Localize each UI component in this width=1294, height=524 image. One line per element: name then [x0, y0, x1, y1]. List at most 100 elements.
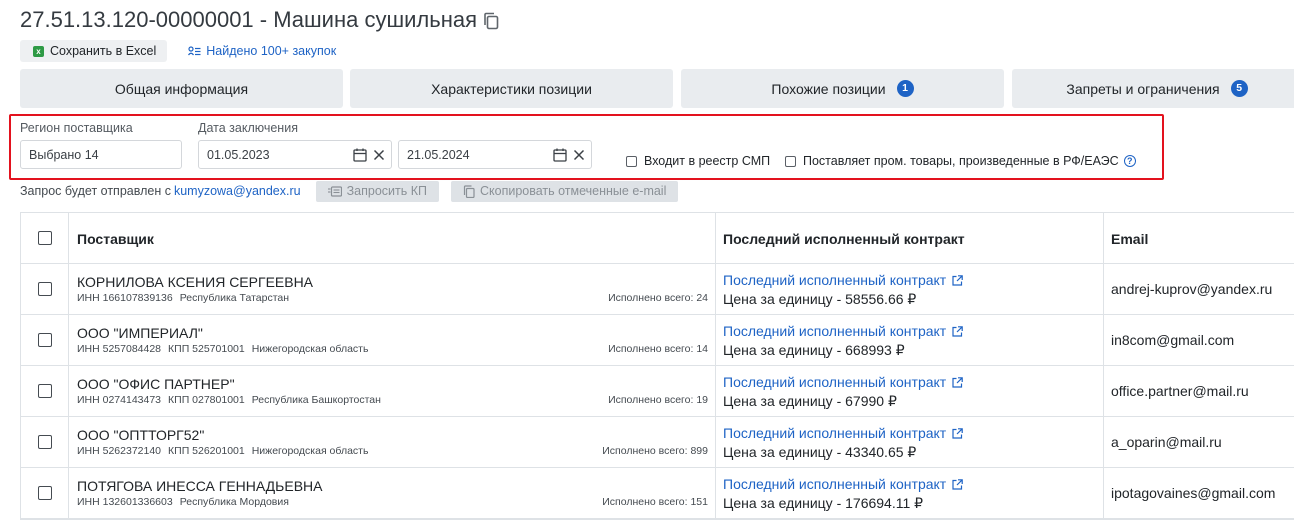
tab-label: Характеристики позиции: [431, 80, 592, 97]
supplier-cell: КОРНИЛОВА КСЕНИЯ СЕРГЕЕВНА ИНН 166107839…: [69, 264, 716, 314]
external-link-icon: [952, 376, 964, 388]
region-select[interactable]: Выбрано 14: [20, 140, 182, 169]
date-to-input[interactable]: 21.05.2024: [398, 140, 592, 169]
tab-position-characteristics[interactable]: Характеристики позиции: [350, 69, 673, 108]
table-row: КОРНИЛОВА КСЕНИЯ СЕРГЕЕВНА ИНН 166107839…: [21, 264, 1294, 315]
unit-price: Цена за единицу - 58556.66 ₽: [723, 291, 917, 307]
supplier-name: ООО "ОФИС ПАРТНЕР": [77, 376, 235, 392]
tab-label: Запреты и ограничения: [1066, 80, 1220, 97]
row-select-cell: [21, 315, 69, 365]
request-text: Запрос будет отправлен с: [20, 184, 171, 198]
request-kp-label: Запросить КП: [346, 184, 427, 198]
request-kp-button[interactable]: Запросить КП: [315, 180, 439, 202]
table-row: ООО "ОФИС ПАРТНЕР" ИНН 0274143473 КПП 027…: [21, 366, 1294, 417]
request-email-link[interactable]: kumyzowa@yandex.ru: [174, 184, 301, 198]
email-cell: in8com@gmail.com: [1104, 315, 1294, 365]
contract-cell: Последний исполненный контракт Цена за е…: [716, 417, 1104, 467]
supplier-meta: ИНН 0274143473 КПП 027801001 Республика Ба…: [77, 394, 388, 406]
smp-registry-label: Входит в реестр СМП: [644, 154, 771, 168]
help-icon[interactable]: ?: [1123, 155, 1136, 167]
close-icon[interactable]: [573, 149, 585, 161]
calendar-icon[interactable]: [353, 148, 367, 162]
header-supplier-cell: Поставщик: [69, 213, 716, 263]
table-row: ООО "ОПТТОРГ52" ИНН 5262372140 КПП 526201…: [21, 417, 1294, 468]
last-contract-link[interactable]: Последний исполненный контракт: [723, 323, 964, 339]
smp-registry-checkbox[interactable]: Входит в реестр СМП: [626, 154, 770, 168]
tab-bans-restrictions[interactable]: Запреты и ограничения 5: [1012, 69, 1294, 108]
request-row: Запрос будет отправлен с kumyzowa@yandex…: [20, 180, 679, 202]
copy-emails-button[interactable]: Скопировать отмеченные e-mail: [450, 180, 679, 202]
supplier-kpp: КПП 525701001: [168, 343, 245, 355]
tab-similar-positions[interactable]: Похожие позиции 1: [681, 69, 1004, 108]
header-contract-cell: Последний исполненный контракт: [716, 213, 1104, 263]
table-row: ПОТЯГОВА ИНЕССА ГЕННАДЬЕВНА ИНН 13260133…: [21, 468, 1294, 519]
email-cell: a_oparin@mail.ru: [1104, 417, 1294, 467]
supplier-name: ООО "ОПТТОРГ52": [77, 427, 205, 443]
last-contract-label: Последний исполненный контракт: [723, 272, 947, 288]
region-label: Регион поставщика: [20, 121, 133, 135]
last-contract-link[interactable]: Последний исполненный контракт: [723, 272, 964, 288]
external-link-icon: [952, 427, 964, 439]
count-badge: 5: [1230, 80, 1248, 97]
last-contract-link[interactable]: Последний исполненный контракт: [723, 374, 964, 390]
date-from-input[interactable]: 01.05.2023: [198, 140, 392, 169]
supplier-region: Республика Мордовия: [179, 496, 289, 508]
header-supplier: Поставщик: [77, 231, 154, 247]
supplier-inn: ИНН 5262372140: [77, 445, 162, 457]
header-contract: Последний исполненный контракт: [723, 231, 965, 247]
unit-price: Цена за единицу - 176694.11 ₽: [723, 495, 924, 511]
external-link-icon: [952, 478, 964, 490]
row-checkbox[interactable]: [37, 486, 52, 500]
tab-label: Похожие позиции: [771, 80, 886, 97]
last-contract-label: Последний исполненный контракт: [723, 425, 947, 441]
row-checkbox[interactable]: [37, 435, 52, 449]
unit-price: Цена за единицу - 668993 ₽: [723, 342, 905, 358]
supplier-email: andrej-kuprov@yandex.ru: [1111, 281, 1273, 297]
supplier-meta: ИНН 5262372140 КПП 526201001 Нижегородская…: [77, 445, 375, 457]
supplier-email: in8com@gmail.com: [1111, 332, 1235, 348]
rf-goods-label: Поставляет пром. товары, произведенные в…: [803, 154, 1119, 168]
close-icon[interactable]: [373, 149, 385, 161]
actions-row: x Сохранить в Excel Найдено 100+ закупок: [20, 40, 336, 62]
calendar-icon[interactable]: [553, 148, 567, 162]
checkbox-box[interactable]: [626, 155, 637, 167]
request-icon: [327, 185, 342, 197]
last-contract-link[interactable]: Последний исполненный контракт: [723, 476, 964, 492]
supplier-inn: ИНН 166107839136: [77, 292, 173, 304]
select-all-checkbox[interactable]: [37, 231, 52, 245]
save-excel-label: Сохранить в Excel: [50, 44, 157, 58]
table-header-row: Поставщик Последний исполненный контракт…: [21, 213, 1294, 264]
title-row: 27.51.13.120-00000001 - Машина сушильная: [20, 6, 501, 34]
header-email-cell: Email: [1104, 213, 1294, 263]
supplier-cell: ООО "ОФИС ПАРТНЕР" ИНН 0274143473 КПП 027…: [69, 366, 716, 416]
region-value: Выбрано 14: [29, 147, 99, 162]
found-purchases-link[interactable]: Найдено 100+ закупок: [188, 44, 336, 58]
excel-icon: x: [33, 45, 44, 57]
save-excel-button[interactable]: x Сохранить в Excel: [20, 40, 168, 62]
date-label: Дата заключения: [198, 121, 298, 135]
contracts-done: Исполнено всего: 899: [602, 445, 708, 457]
email-cell: office.partner@mail.ru: [1104, 366, 1294, 416]
unit-price: Цена за единицу - 67990 ₽: [723, 393, 897, 409]
supplier-inn: ИНН 0274143473: [77, 394, 162, 406]
tab-general-info[interactable]: Общая информация: [20, 69, 343, 108]
supplier-kpp: КПП 526201001: [168, 445, 245, 457]
checkbox-box[interactable]: [785, 155, 796, 167]
table-row: ООО "ИМПЕРИАЛ" ИНН 5257084428 КПП 5257010…: [21, 315, 1294, 366]
row-select-cell: [21, 417, 69, 467]
tabs-bar: Общая информация Характеристики позиции …: [20, 69, 1294, 108]
row-checkbox[interactable]: [37, 384, 52, 398]
supplier-meta: ИНН 132601336603 Республика Мордовия: [77, 496, 296, 508]
date-from-value: 01.05.2023: [207, 147, 270, 162]
supplier-kpp: КПП 027801001: [168, 394, 245, 406]
contracts-done: Исполнено всего: 14: [608, 343, 708, 355]
last-contract-link[interactable]: Последний исполненный контракт: [723, 425, 964, 441]
copy-icon[interactable]: [483, 12, 501, 30]
row-checkbox[interactable]: [37, 282, 52, 296]
rf-goods-checkbox[interactable]: Поставляет пром. товары, произведенные в…: [785, 154, 1136, 168]
email-cell: andrej-kuprov@yandex.ru: [1104, 264, 1294, 314]
supplier-email: ipotagovaines@gmail.com: [1111, 485, 1276, 501]
supplier-inn: ИНН 5257084428: [77, 343, 162, 355]
row-select-cell: [21, 468, 69, 518]
row-checkbox[interactable]: [37, 333, 52, 347]
